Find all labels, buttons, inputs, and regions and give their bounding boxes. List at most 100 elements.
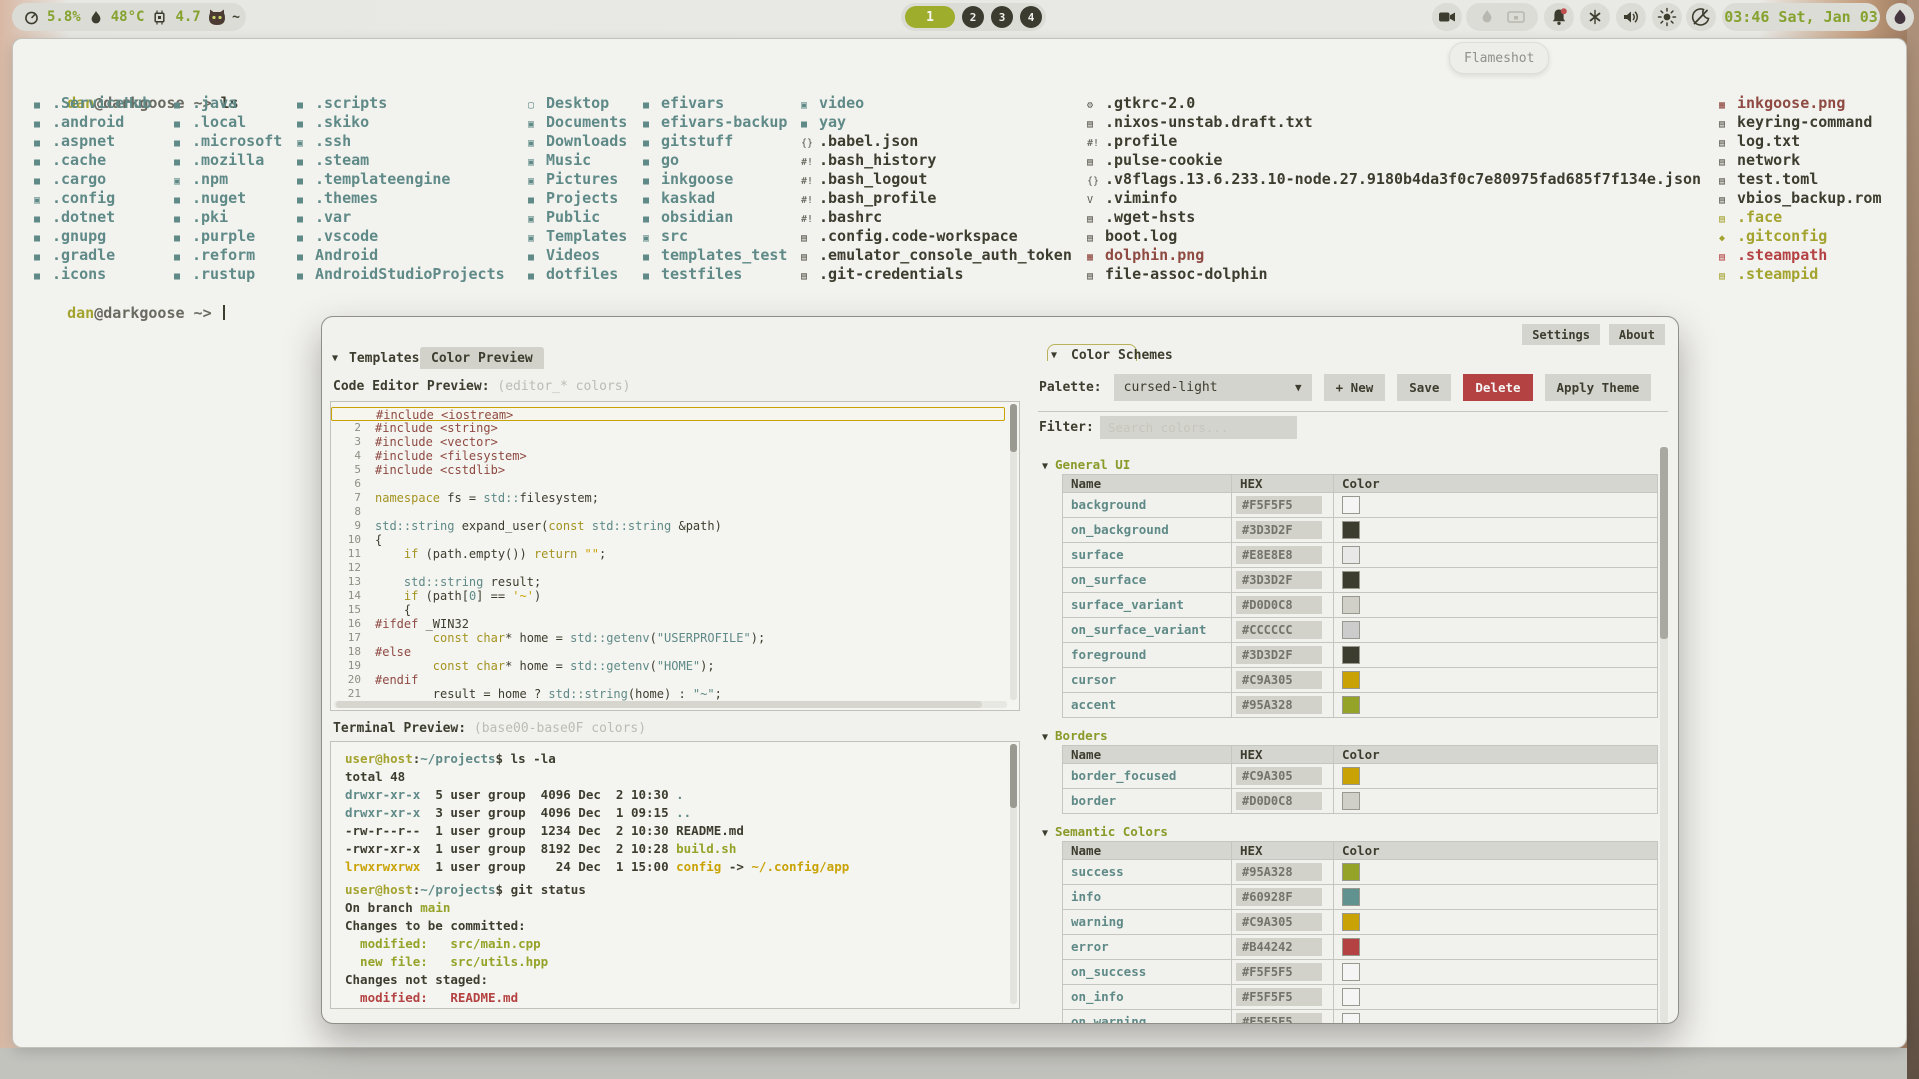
color-swatch[interactable] (1342, 863, 1360, 881)
color-swatch[interactable] (1342, 571, 1360, 589)
code-horizontal-scrollbar[interactable] (334, 701, 1007, 708)
file-item: {}.v8flags.13.6.233.10-node.27.9180b4da3… (1087, 170, 1701, 189)
cat-terminal-icon (206, 6, 228, 28)
file-name: .pulse-cookie (1105, 151, 1222, 169)
hex-value-field[interactable]: #F5F5F5 (1236, 1013, 1322, 1023)
line-number: 2 (331, 421, 361, 435)
section-header-semantic-colors[interactable]: ▼Semantic Colors (1042, 824, 1660, 839)
token: total 48 (345, 769, 405, 784)
tab-color-preview[interactable]: Color Preview (420, 347, 544, 369)
brightness-button[interactable] (1652, 3, 1682, 31)
hex-value-field[interactable]: #D0D0C8 (1236, 596, 1322, 614)
hex-value-field[interactable]: #C9A305 (1236, 767, 1322, 785)
shell-prompt-line-2[interactable]: dan@darkgoose ~> (31, 285, 225, 304)
token: . (676, 787, 684, 802)
file-item: ■obsidian (643, 208, 787, 227)
file-name: .mozilla (192, 151, 264, 169)
file-name: .viminfo (1105, 189, 1177, 207)
file-item: ■.rustup (174, 265, 282, 284)
file-item: ■yay (801, 113, 1072, 132)
color-cell (1334, 643, 1657, 667)
file-item: ■.local (174, 113, 282, 132)
file-name: .babel.json (819, 132, 918, 150)
color-schemes-collapse-icon[interactable]: ▼ (1051, 350, 1057, 361)
flameshot-tray-button[interactable] (1886, 3, 1914, 31)
color-swatch[interactable] (1342, 1013, 1360, 1023)
color-swatch[interactable] (1342, 988, 1360, 1006)
templates-collapse-icon[interactable]: ▼ (332, 353, 338, 364)
notifications-button[interactable] (1544, 3, 1574, 31)
hex-value-field[interactable]: #3D3D2F (1236, 571, 1322, 589)
hex-value-field[interactable]: #F5F5F5 (1236, 988, 1322, 1006)
hex-value-field[interactable]: #95A328 (1236, 863, 1322, 881)
color-swatch[interactable] (1342, 913, 1360, 931)
color-list-scrollbar[interactable] (1660, 447, 1668, 1023)
terminal-preview-label: Terminal Preview: (base00-base0F colors) (333, 721, 646, 736)
temperature-flame-icon (89, 10, 103, 25)
hex-value-field[interactable]: #D0D0C8 (1236, 792, 1322, 810)
section-header-borders[interactable]: ▼Borders (1042, 728, 1660, 743)
hex-value-field[interactable]: #60928F (1236, 888, 1322, 906)
token: ( (650, 659, 657, 673)
terminal-vertical-scrollbar[interactable] (1010, 744, 1017, 1004)
file-name: efivars-backup (661, 113, 787, 131)
settings-button[interactable]: Settings (1522, 324, 1600, 345)
color-swatch[interactable] (1342, 696, 1360, 714)
hex-value-field[interactable]: #B44242 (1236, 938, 1322, 956)
hex-value-field[interactable]: #E8E8E8 (1236, 546, 1322, 564)
line-number: 21 (331, 687, 361, 701)
hex-value-field[interactable]: #F5F5F5 (1236, 496, 1322, 514)
workspace-button-2[interactable]: 2 (962, 6, 984, 28)
terminal-app-badge[interactable]: ~ (200, 3, 246, 31)
hex-value-field[interactable]: #C9A305 (1236, 913, 1322, 931)
palette-dropdown[interactable]: cursed-light ▼ (1114, 374, 1312, 401)
file-item: ▤log.txt (1719, 132, 1882, 151)
screen-record-button[interactable] (1432, 3, 1462, 31)
color-swatch[interactable] (1342, 596, 1360, 614)
apply-theme-button[interactable]: Apply Theme (1545, 374, 1652, 401)
file-name: .gradle (52, 246, 115, 264)
color-swatch[interactable] (1342, 496, 1360, 514)
about-button[interactable]: About (1609, 324, 1665, 345)
night-light-button[interactable] (1686, 3, 1716, 31)
token: _WIN32 (418, 617, 469, 631)
token: ; (599, 547, 606, 561)
file-item: ⚙.gtkrc-2.0 (1087, 94, 1701, 113)
hex-value-field[interactable]: #95A328 (1236, 696, 1322, 714)
hex-value-field[interactable]: #C9A305 (1236, 671, 1322, 689)
color-swatch[interactable] (1342, 521, 1360, 539)
inactive-tray-group[interactable] (1466, 3, 1538, 31)
bluetooth-button[interactable] (1580, 3, 1610, 31)
color-swatch[interactable] (1342, 621, 1360, 639)
color-swatch[interactable] (1342, 646, 1360, 664)
hex-value-field[interactable]: #3D3D2F (1236, 646, 1322, 664)
hex-value-field[interactable]: #F5F5F5 (1236, 963, 1322, 981)
hex-value-field[interactable]: #3D3D2F (1236, 521, 1322, 539)
new-palette-button[interactable]: + New (1324, 374, 1386, 401)
save-button[interactable]: Save (1397, 374, 1451, 401)
color-swatch[interactable] (1342, 767, 1360, 785)
color-name: accent (1063, 693, 1232, 717)
tab-templates[interactable]: Templates (349, 351, 419, 366)
color-swatch[interactable] (1342, 792, 1360, 810)
token: ~/projects (420, 751, 495, 766)
workspace-button-4[interactable]: 4 (1020, 6, 1042, 28)
token: Changes to be committed: (345, 918, 526, 933)
filter-input[interactable] (1100, 416, 1297, 439)
workspace-button-3[interactable]: 3 (991, 6, 1013, 28)
color-cell (1334, 960, 1657, 984)
delete-button[interactable]: Delete (1463, 374, 1532, 401)
color-swatch[interactable] (1342, 888, 1360, 906)
color-cell (1334, 618, 1657, 642)
color-swatch[interactable] (1342, 963, 1360, 981)
color-swatch[interactable] (1342, 546, 1360, 564)
color-swatch[interactable] (1342, 671, 1360, 689)
hex-value-field[interactable]: #CCCCCC (1236, 621, 1322, 639)
file-name: .local (192, 113, 246, 131)
color-swatch[interactable] (1342, 938, 1360, 956)
section-header-general-ui[interactable]: ▼General UI (1042, 457, 1660, 472)
code-vertical-scrollbar[interactable] (1010, 404, 1017, 700)
volume-button[interactable] (1616, 3, 1646, 31)
file-name: dotfiles (546, 265, 618, 283)
workspace-button-1[interactable]: 1 (905, 6, 955, 28)
